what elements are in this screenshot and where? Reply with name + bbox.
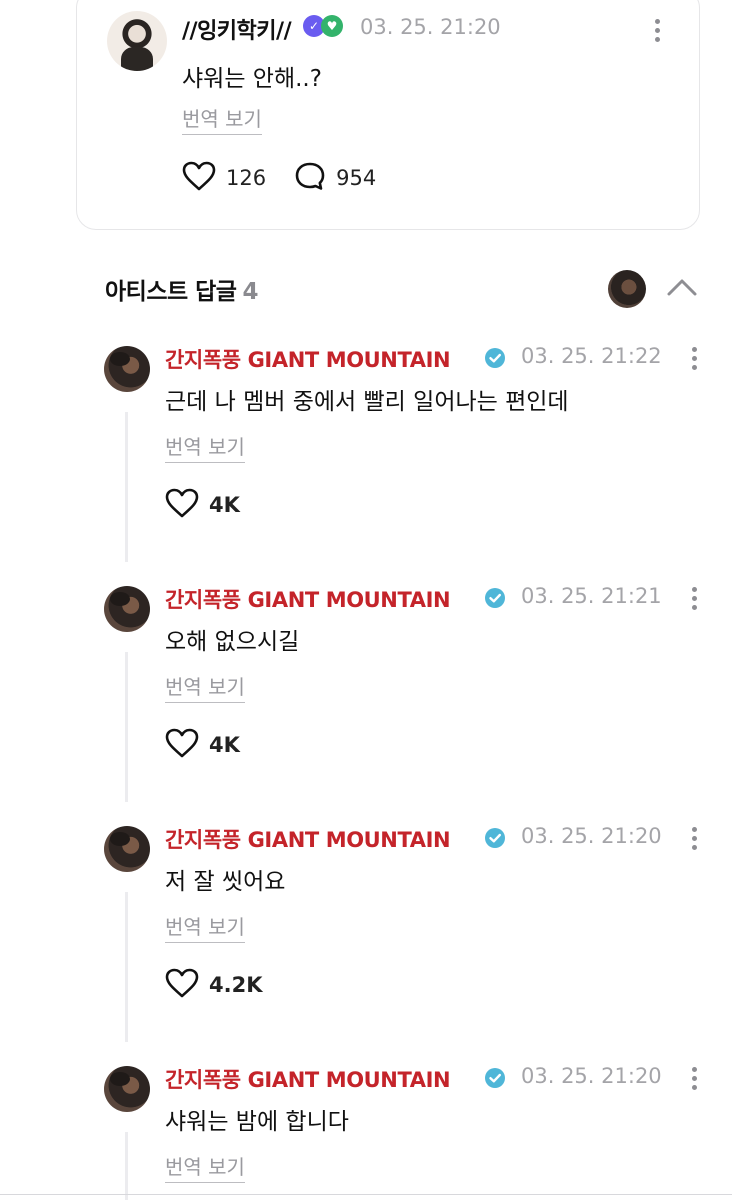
reply-text: 샤워는 밤에 합니다 <box>165 1109 349 1135</box>
reply-timestamp: 03. 25. 21:20 <box>521 824 662 848</box>
like-count: 4K <box>209 493 240 517</box>
like-count: 126 <box>226 166 267 190</box>
like-heart-icon[interactable] <box>165 488 199 522</box>
verified-badge-icon <box>484 587 506 613</box>
more-options-icon[interactable] <box>684 343 704 373</box>
artist-reply: 간지폭풍 GIANT MOUNTAIN 03. 25. 21:20 샤워는 밤에… <box>0 1064 732 1200</box>
reply-like: 4.2K <box>165 968 262 1002</box>
verified-badge-icon <box>484 1067 506 1093</box>
artist-avatar[interactable] <box>104 826 150 872</box>
reply-text: 오해 없으시길 <box>165 629 300 655</box>
divider <box>0 1194 732 1195</box>
more-options-icon[interactable] <box>684 1063 704 1093</box>
reply-text: 근데 나 멤버 중에서 빨리 일어나는 편인데 <box>165 389 569 415</box>
translate-link[interactable]: 번역 보기 <box>182 103 262 135</box>
artist-avatar[interactable] <box>104 586 150 632</box>
artist-replies-header: 아티스트 답글 4 <box>105 272 258 306</box>
reply-like: 4K <box>165 488 240 522</box>
reply-author[interactable]: 간지폭풍 GIANT MOUNTAIN <box>165 344 451 374</box>
more-options-icon[interactable] <box>684 823 704 853</box>
verified-badge-icon <box>484 347 506 373</box>
reply-author[interactable]: 간지폭풍 GIANT MOUNTAIN <box>165 584 451 614</box>
translate-link[interactable]: 번역 보기 <box>165 911 245 943</box>
translate-link[interactable]: 번역 보기 <box>165 1151 245 1183</box>
artist-avatar-small <box>608 270 646 308</box>
comment-count: 954 <box>336 166 377 190</box>
post-text: 샤워는 안해..? <box>182 66 322 92</box>
verified-badge-icon <box>484 827 506 853</box>
more-options-icon[interactable] <box>684 583 704 613</box>
membership-badges: ✓ ♥ <box>303 15 343 37</box>
translate-link[interactable]: 번역 보기 <box>165 671 245 703</box>
reply-timestamp: 03. 25. 21:20 <box>521 1064 662 1088</box>
comment-thread-page: //잉키학키// ✓ ♥ 03. 25. 21:20 샤워는 안해..? 번역 … <box>0 0 732 1200</box>
chevron-up-icon[interactable] <box>666 274 698 304</box>
reply-like: 4K <box>165 728 240 762</box>
fan-post-card: //잉키학키// ✓ ♥ 03. 25. 21:20 샤워는 안해..? 번역 … <box>76 0 700 230</box>
reply-author[interactable]: 간지폭풍 GIANT MOUNTAIN <box>165 824 451 854</box>
artist-avatar[interactable] <box>104 346 150 392</box>
like-count: 4K <box>209 733 240 757</box>
reply-timestamp: 03. 25. 21:21 <box>521 584 662 608</box>
artist-reply: 간지폭풍 GIANT MOUNTAIN 03. 25. 21:22 근데 나 멤… <box>0 344 732 584</box>
post-actions: 126 954 <box>182 161 376 195</box>
artist-reply: 간지폭풍 GIANT MOUNTAIN 03. 25. 21:21 오해 없으시… <box>0 584 732 824</box>
post-timestamp: 03. 25. 21:20 <box>360 15 501 39</box>
more-options-icon[interactable] <box>647 15 667 45</box>
like-count: 4.2K <box>209 973 263 997</box>
artist-avatar[interactable] <box>104 1066 150 1112</box>
artist-replies-count: 4 <box>242 279 258 305</box>
artist-reply: 간지폭풍 GIANT MOUNTAIN 03. 25. 21:20 저 잘 씻어… <box>0 824 732 1064</box>
reply-text: 저 잘 씻어요 <box>165 869 286 895</box>
like-heart-icon[interactable] <box>165 728 199 762</box>
fan-avatar[interactable] <box>107 11 167 71</box>
reply-author[interactable]: 간지폭풍 GIANT MOUNTAIN <box>165 1064 451 1094</box>
like-heart-icon[interactable] <box>182 161 216 195</box>
translate-link[interactable]: 번역 보기 <box>165 431 245 463</box>
artist-replies-title: 아티스트 답글 <box>105 279 237 305</box>
post-author[interactable]: //잉키학키// <box>182 13 292 45</box>
like-heart-icon[interactable] <box>165 968 199 1002</box>
reply-timestamp: 03. 25. 21:22 <box>521 344 662 368</box>
comment-bubble-icon[interactable] <box>294 161 326 195</box>
fan-badge-icon: ♥ <box>321 15 343 37</box>
